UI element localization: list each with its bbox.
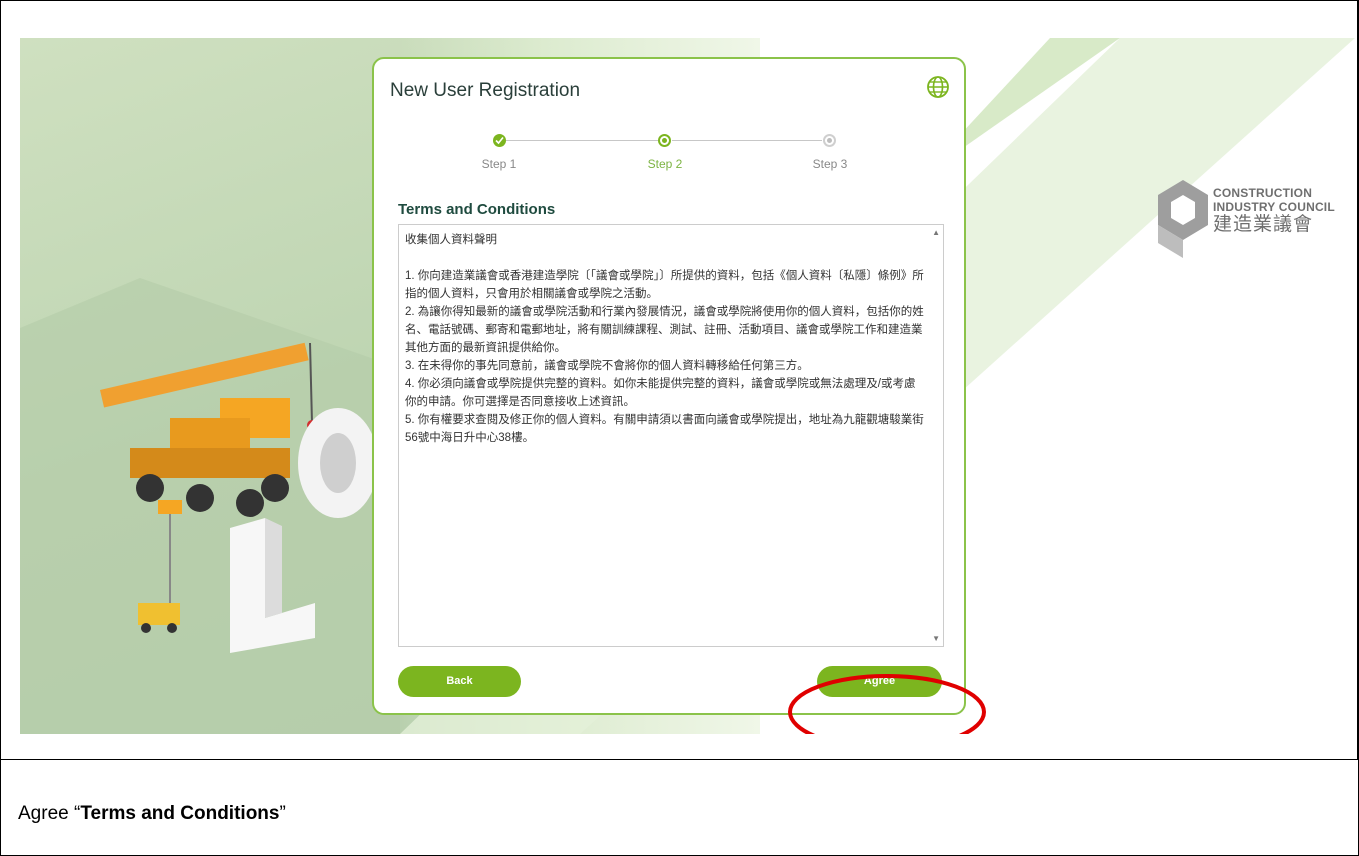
registration-card: New User Registration Step 1 Step 2 Step… (372, 57, 966, 715)
arrow-up-icon[interactable]: ▲ (932, 228, 940, 237)
step-3-indicator (823, 134, 836, 147)
arrow-down-icon[interactable]: ▼ (932, 634, 940, 643)
page-title: New User Registration (390, 80, 581, 101)
caption-prefix: Agree “ (18, 803, 81, 824)
terms-heading: 收集個人資料聲明 (405, 234, 497, 246)
construction-illustration (20, 278, 400, 734)
cic-logo: CONSTRUCTION INDUSTRY COUNCIL 建造業議會 (1153, 180, 1353, 260)
terms-content: 收集個人資料聲明 1. 你向建造業議會或香港建造學院〔「議會或學院」〕所提供的資… (405, 231, 925, 447)
caption-bold: Terms and Conditions (80, 803, 280, 824)
terms-title: Terms and Conditions (398, 201, 556, 218)
step-connector-1 (506, 140, 658, 141)
logo-line-1: CONSTRUCTION (1213, 186, 1313, 200)
step-1-label: Step 1 (481, 157, 517, 171)
registration-screenshot: CONSTRUCTION INDUSTRY COUNCIL 建造業議會 New … (20, 38, 1355, 734)
globe-icon[interactable] (926, 75, 950, 99)
terms-scroll-box[interactable]: 收集個人資料聲明 1. 你向建造業議會或香港建造學院〔「議會或學院」〕所提供的資… (398, 224, 944, 647)
terms-item: 4. 你必須向議會或學院提供完整的資料。如你未能提供完整的資料，議會或學院或無法… (405, 378, 916, 408)
document-divider-horizontal (0, 759, 1359, 760)
step-3-label: Step 3 (812, 157, 848, 171)
terms-item: 5. 你有權要求查閱及修正你的個人資料。有關申請須以書面向議會或學院提出，地址為… (405, 414, 924, 444)
logo-line-2: INDUSTRY COUNCIL (1213, 200, 1335, 214)
document-divider-vertical (1357, 0, 1358, 760)
caption-suffix: ” (279, 803, 286, 824)
step-2-indicator (658, 134, 671, 147)
check-icon (493, 134, 506, 147)
cic-logo-mark (1158, 180, 1208, 258)
registration-stepper: Step 1 Step 2 Step 3 (468, 132, 848, 172)
terms-item: 2. 為讓你得知最新的議會或學院活動和行業內發展情況，議會或學院將使用你的個人資… (405, 306, 924, 354)
terms-item: 3. 在未得你的事先同意前，議會或學院不會將你的個人資料轉移給任何第三方。 (405, 360, 809, 372)
step-2-label: Step 2 (647, 157, 683, 171)
instruction-caption: Agree “Terms and Conditions” (18, 803, 286, 825)
logo-line-3: 建造業議會 (1213, 214, 1314, 235)
agree-highlight-circle (788, 674, 986, 734)
terms-item: 1. 你向建造業議會或香港建造學院〔「議會或學院」〕所提供的資料，包括《個人資料… (405, 270, 924, 300)
back-button[interactable]: Back (398, 666, 521, 697)
step-connector-2 (672, 140, 822, 141)
